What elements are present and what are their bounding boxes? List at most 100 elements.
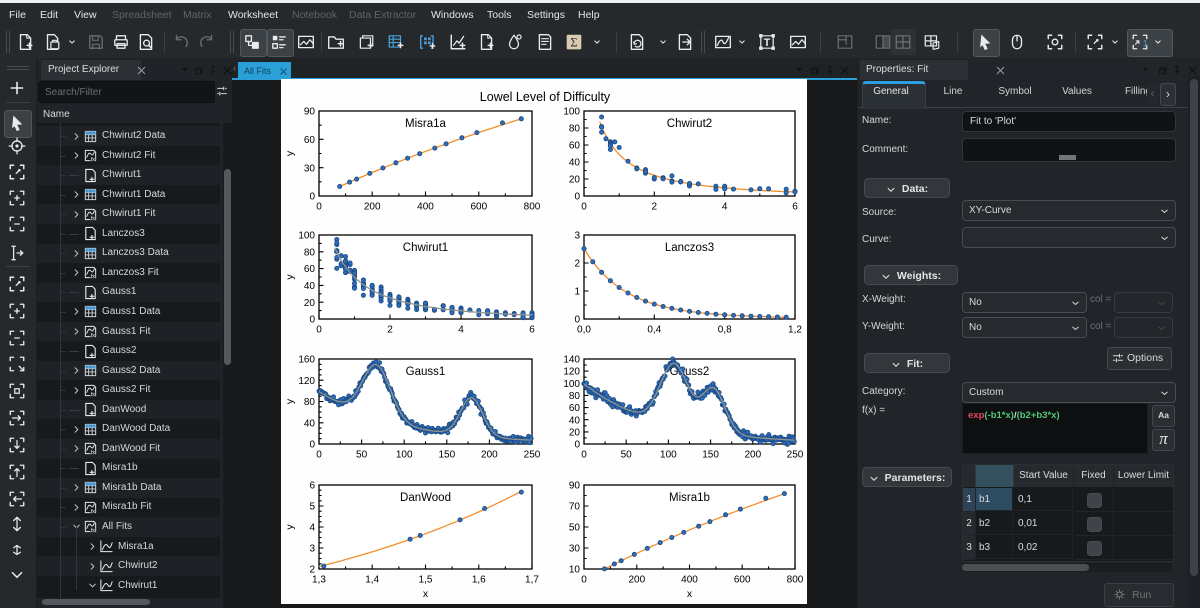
svg-text:400: 400: [417, 202, 434, 213]
svg-text:20: 20: [569, 175, 581, 186]
svg-text:3: 3: [574, 231, 580, 242]
svg-text:fx: fx: [91, 450, 95, 456]
svg-text:100: 100: [396, 450, 413, 461]
svg-text:40: 40: [569, 158, 581, 169]
svg-text:1,3: 1,3: [312, 575, 326, 586]
svg-text:1: 1: [1143, 39, 1148, 49]
svg-text:0: 0: [581, 202, 587, 213]
svg-text:2: 2: [309, 565, 315, 576]
svg-text:5: 5: [309, 502, 315, 513]
svg-text:fx: fx: [91, 333, 95, 339]
svg-text:90: 90: [304, 107, 316, 118]
svg-text:y: y: [284, 524, 296, 530]
svg-text:200: 200: [628, 575, 645, 586]
svg-text:120: 120: [298, 376, 315, 387]
svg-text:0: 0: [316, 202, 322, 213]
svg-text:80: 80: [569, 391, 581, 402]
svg-text:50: 50: [621, 450, 633, 461]
svg-text:Lanczos3: Lanczos3: [665, 242, 714, 254]
svg-text:6: 6: [529, 325, 535, 336]
svg-text:fx: fx: [91, 274, 95, 280]
svg-text:100: 100: [298, 231, 315, 242]
svg-text:250: 250: [524, 450, 541, 461]
svg-text:fx: fx: [91, 157, 95, 163]
svg-text:250: 250: [787, 450, 804, 461]
svg-text:x: x: [423, 588, 429, 600]
svg-text:10: 10: [569, 565, 581, 576]
svg-text:50: 50: [356, 450, 368, 461]
svg-text:fx: fx: [91, 528, 95, 534]
svg-text:0,8: 0,8: [718, 325, 732, 336]
svg-text:30: 30: [569, 544, 581, 555]
svg-text:x: x: [687, 588, 693, 600]
svg-text:200: 200: [481, 450, 498, 461]
svg-text:60: 60: [569, 403, 581, 414]
svg-text:3: 3: [309, 544, 315, 555]
svg-text:Misra1a: Misra1a: [405, 118, 447, 130]
svg-text:1,5: 1,5: [419, 575, 433, 586]
svg-text:1,2: 1,2: [788, 325, 802, 336]
svg-text:4: 4: [309, 523, 315, 534]
svg-text:6: 6: [309, 481, 315, 492]
svg-text:y: y: [284, 274, 296, 280]
svg-text:100: 100: [563, 107, 580, 118]
svg-text:150: 150: [702, 450, 719, 461]
svg-text:70: 70: [569, 502, 581, 513]
svg-text:Chwirut2: Chwirut2: [667, 118, 712, 130]
svg-text:400: 400: [681, 575, 698, 586]
svg-text:fx: fx: [91, 392, 95, 398]
svg-text:0: 0: [581, 575, 587, 586]
svg-text:4: 4: [458, 325, 464, 336]
svg-text:0: 0: [316, 450, 322, 461]
svg-text:200: 200: [364, 202, 381, 213]
svg-text:0: 0: [574, 192, 580, 203]
svg-text:600: 600: [734, 575, 751, 586]
svg-text:0: 0: [574, 315, 580, 326]
svg-text:0,0: 0,0: [577, 325, 591, 336]
svg-text:800: 800: [524, 202, 541, 213]
svg-text:200: 200: [744, 450, 761, 461]
svg-text:Chwirut1: Chwirut1: [403, 242, 448, 254]
svg-text:800: 800: [787, 575, 804, 586]
svg-text:160: 160: [298, 355, 315, 366]
svg-text:600: 600: [470, 202, 487, 213]
svg-text:6: 6: [792, 202, 798, 213]
svg-text:20: 20: [304, 298, 316, 309]
svg-text:DanWood: DanWood: [400, 492, 451, 504]
svg-text:0,4: 0,4: [647, 325, 661, 336]
svg-text:0: 0: [581, 450, 587, 461]
svg-text:1,7: 1,7: [525, 575, 539, 586]
svg-text:1: 1: [574, 287, 580, 298]
svg-text:fx: fx: [91, 509, 95, 515]
svg-text:30: 30: [304, 163, 316, 174]
svg-text:2: 2: [652, 202, 658, 213]
svg-text:150: 150: [438, 450, 455, 461]
svg-text:0: 0: [309, 315, 315, 326]
svg-text:40: 40: [304, 281, 316, 292]
svg-text:50: 50: [569, 523, 581, 534]
svg-text:80: 80: [304, 397, 316, 408]
svg-text:0: 0: [316, 325, 322, 336]
svg-text:2: 2: [574, 259, 580, 270]
svg-text:T: T: [764, 37, 771, 49]
svg-text:0: 0: [309, 440, 315, 451]
svg-text:60: 60: [569, 141, 581, 152]
svg-text:40: 40: [304, 418, 316, 429]
svg-text:2: 2: [387, 325, 393, 336]
svg-text:0: 0: [309, 192, 315, 203]
svg-text:4: 4: [722, 202, 728, 213]
svg-text:80: 80: [304, 247, 316, 258]
svg-text:90: 90: [569, 481, 581, 492]
svg-text:60: 60: [304, 135, 316, 146]
svg-text:Gauss1: Gauss1: [406, 366, 446, 378]
svg-text:40: 40: [569, 415, 581, 426]
svg-text:Lowel Level of Difficulty: Lowel Level of Difficulty: [480, 90, 611, 104]
svg-text:100: 100: [563, 379, 580, 390]
svg-text:y: y: [284, 398, 296, 404]
svg-text:100: 100: [660, 450, 677, 461]
svg-text:20: 20: [569, 428, 581, 439]
svg-text:60: 60: [304, 264, 316, 275]
svg-text:Misra1b: Misra1b: [669, 492, 710, 504]
svg-text:Σ: Σ: [570, 36, 577, 50]
svg-text:fx: fx: [91, 216, 95, 222]
